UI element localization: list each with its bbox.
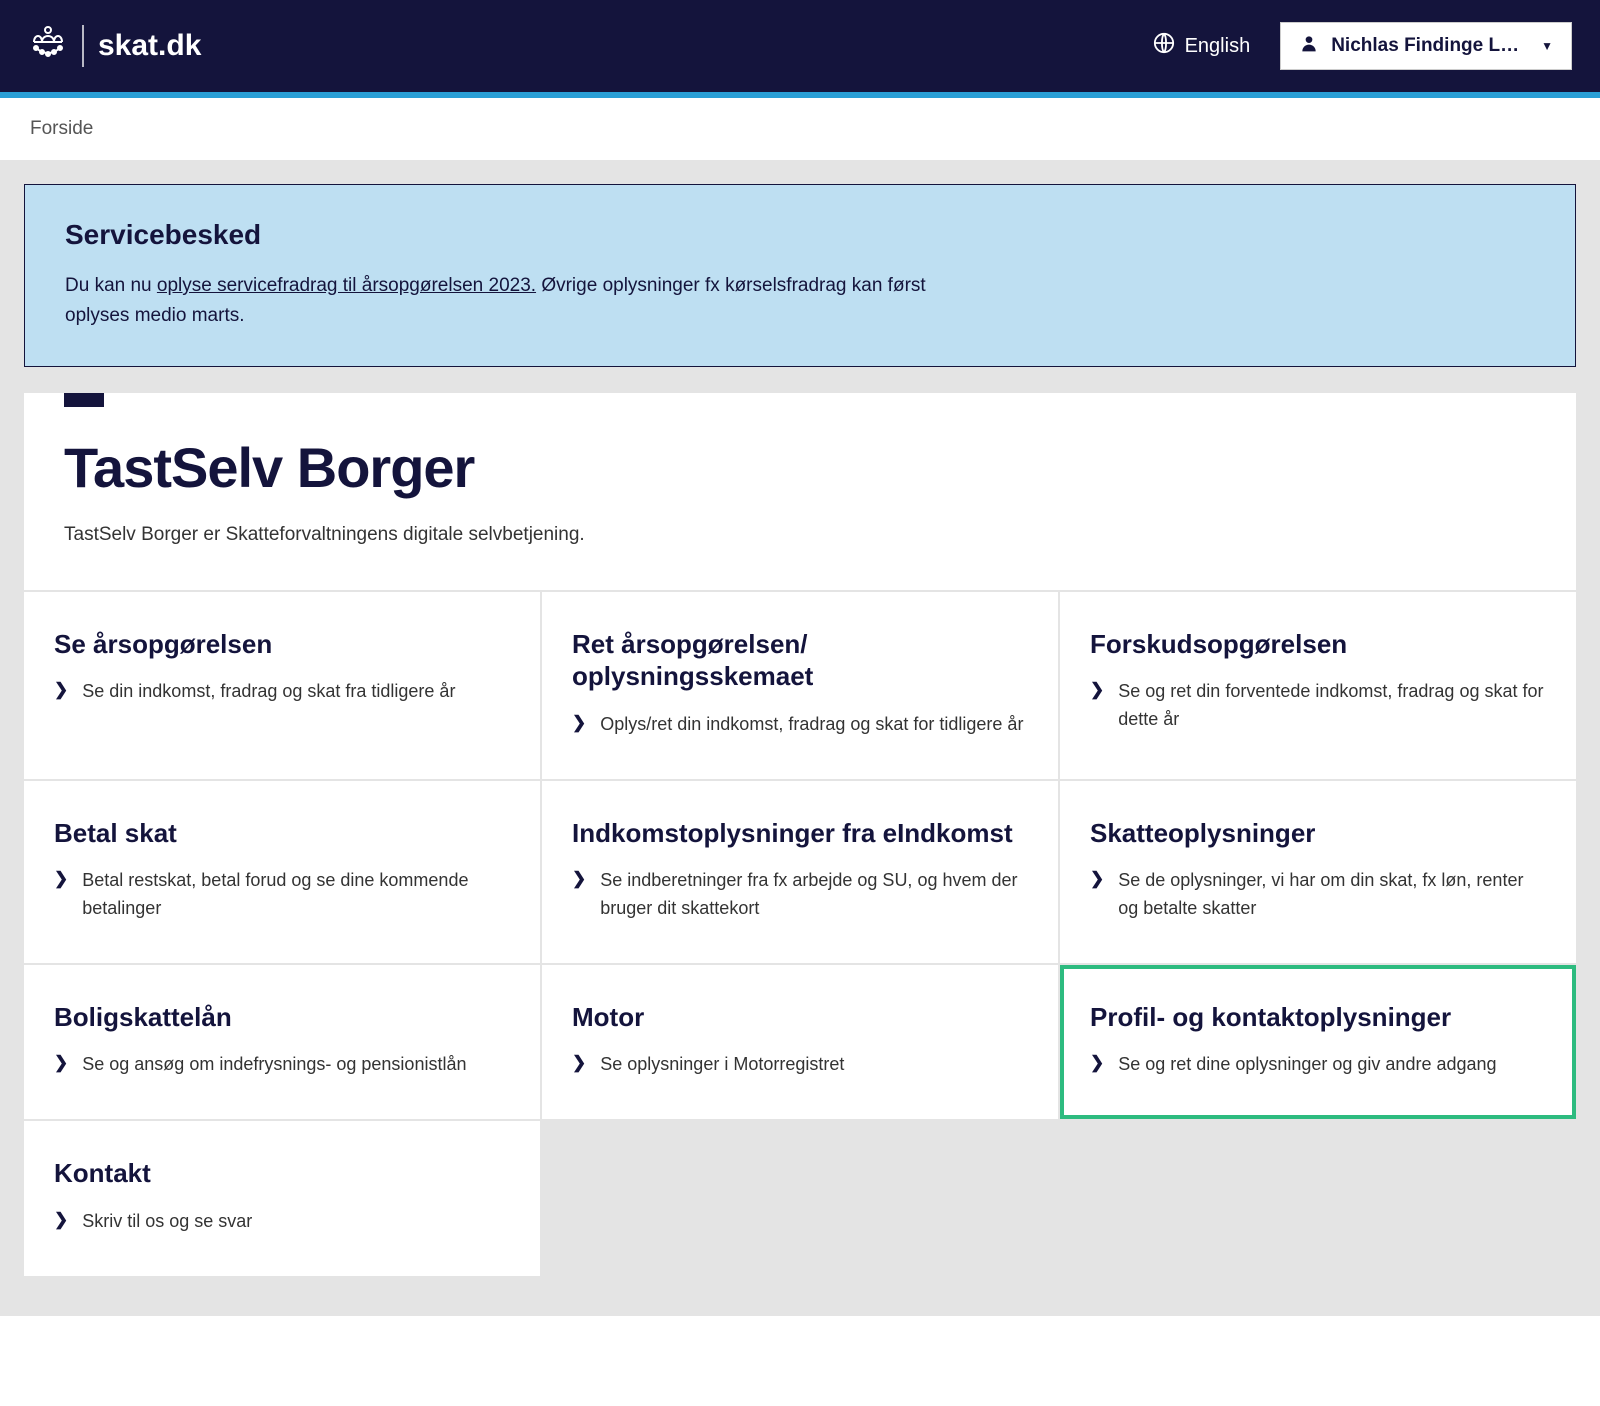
logo[interactable]: skat.dk — [28, 24, 201, 69]
tile-desc: Se din indkomst, fradrag og skat fra tid… — [82, 678, 455, 706]
tile-forskudsopgoerelsen[interactable]: Forskudsopgørelsen ❯ Se og ret din forven… — [1060, 592, 1576, 779]
tile-title: Forskudsopgørelsen — [1090, 628, 1546, 661]
tile-title: Ret årsopgørelsen/ oplysningsskemaet — [572, 628, 1028, 693]
page-title: TastSelv Borger — [64, 435, 1536, 500]
tile-betal-skat[interactable]: Betal skat ❯ Betal restskat, betal forud … — [24, 781, 540, 963]
user-menu-button[interactable]: Nichlas Findinge L… ▼ — [1280, 22, 1572, 70]
tile-title: Kontakt — [54, 1157, 510, 1190]
chevron-right-icon: ❯ — [1090, 680, 1104, 700]
page-content: Servicebesked Du kan nu oplyse servicefr… — [0, 160, 1600, 1316]
breadcrumb: Forside — [0, 98, 1600, 160]
chevron-right-icon: ❯ — [54, 1053, 68, 1073]
language-switch[interactable]: English — [1153, 32, 1251, 60]
breadcrumb-home[interactable]: Forside — [30, 118, 93, 139]
crown-icon — [28, 24, 68, 69]
service-notice: Servicebesked Du kan nu oplyse servicefr… — [24, 184, 1576, 367]
chevron-right-icon: ❯ — [572, 1053, 586, 1073]
tile-desc: Skriv til os og se svar — [82, 1208, 252, 1236]
tile-skatteoplysninger[interactable]: Skatteoplysninger ❯ Se de oplysninger, vi… — [1060, 781, 1576, 963]
header: skat.dk English Nichlas Findinge L… ▼ — [0, 0, 1600, 92]
chevron-right-icon: ❯ — [1090, 1053, 1104, 1073]
tile-title: Profil- og kontaktoplysninger — [1090, 1001, 1546, 1034]
tile-grid: Se årsopgørelsen ❯ Se din indkomst, fradr… — [24, 592, 1576, 1276]
tile-desc: Se de oplysninger, vi har om din skat, f… — [1118, 867, 1546, 923]
chevron-down-icon: ▼ — [1541, 39, 1553, 53]
tile-desc: Betal restskat, betal forud og se dine k… — [82, 867, 510, 923]
language-label: English — [1185, 35, 1251, 58]
chevron-right-icon: ❯ — [54, 869, 68, 889]
chevron-right-icon: ❯ — [572, 869, 586, 889]
chevron-right-icon: ❯ — [1090, 869, 1104, 889]
tile-se-aarsopgoerelsen[interactable]: Se årsopgørelsen ❯ Se din indkomst, fradr… — [24, 592, 540, 779]
tile-title: Betal skat — [54, 817, 510, 850]
chevron-right-icon: ❯ — [572, 713, 586, 733]
tile-desc: Se og ansøg om indefrysnings- og pension… — [82, 1051, 466, 1079]
title-accent — [64, 393, 104, 407]
tile-title: Skatteoplysninger — [1090, 817, 1546, 850]
notice-link[interactable]: oplyse servicefradrag til årsopgørelsen … — [157, 275, 536, 296]
tile-title: Indkomstoplysninger fra eIndkomst — [572, 817, 1028, 850]
user-name: Nichlas Findinge L… — [1331, 35, 1519, 57]
user-icon — [1299, 33, 1319, 59]
tile-boligskattelaan[interactable]: Boligskattelån ❯ Se og ansøg om indefrysn… — [24, 965, 540, 1119]
tile-desc: Se og ret dine oplysninger og giv andre … — [1118, 1051, 1496, 1079]
tile-profil-kontaktoplysninger[interactable]: Profil- og kontaktoplysninger ❯ Se og ret… — [1060, 965, 1576, 1119]
header-right: English Nichlas Findinge L… ▼ — [1153, 22, 1572, 70]
tile-ret-aarsopgoerelsen[interactable]: Ret årsopgørelsen/ oplysningsskemaet ❯ Op… — [542, 592, 1058, 779]
tile-desc: Se og ret din forventede indkomst, fradr… — [1118, 678, 1546, 734]
tile-title: Motor — [572, 1001, 1028, 1034]
tile-indkomstoplysninger[interactable]: Indkomstoplysninger fra eIndkomst ❯ Se in… — [542, 781, 1058, 963]
tile-title: Se årsopgørelsen — [54, 628, 510, 661]
logo-divider — [82, 25, 84, 67]
tile-desc: Se indberetninger fra fx arbejde og SU, … — [600, 867, 1028, 923]
tile-motor[interactable]: Motor ❯ Se oplysninger i Motorregistret — [542, 965, 1058, 1119]
globe-icon — [1153, 32, 1175, 60]
notice-text: Du kan nu oplyse servicefradrag til årso… — [65, 271, 965, 332]
page-subtitle: TastSelv Borger er Skatteforvaltningens … — [64, 524, 1536, 546]
notice-title: Servicebesked — [65, 219, 1535, 251]
tile-title: Boligskattelån — [54, 1001, 510, 1034]
tile-desc: Se oplysninger i Motorregistret — [600, 1051, 844, 1079]
title-card: TastSelv Borger TastSelv Borger er Skatt… — [24, 393, 1576, 590]
logo-text: skat.dk — [98, 29, 201, 63]
tile-kontakt[interactable]: Kontakt ❯ Skriv til os og se svar — [24, 1121, 540, 1275]
tile-desc: Oplys/ret din indkomst, fradrag og skat … — [600, 711, 1023, 739]
chevron-right-icon: ❯ — [54, 680, 68, 700]
notice-text-before: Du kan nu — [65, 275, 157, 296]
chevron-right-icon: ❯ — [54, 1210, 68, 1230]
